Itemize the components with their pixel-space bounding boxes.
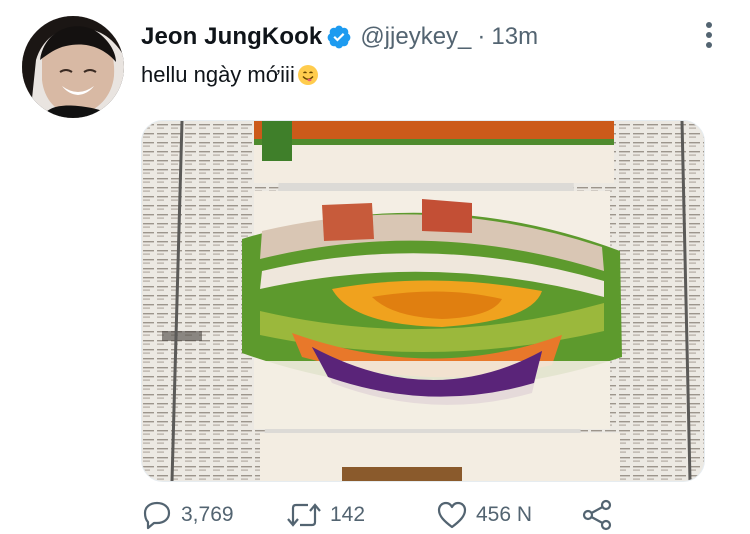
- avatar[interactable]: [22, 16, 124, 118]
- retweet-count: 142: [330, 503, 366, 526]
- share-button[interactable]: [581, 498, 613, 532]
- tweet-actions: 3,769 142 456 N: [0, 498, 750, 532]
- tweet-header: Jeon JungKook @jjeykey_ · 13m: [141, 20, 538, 54]
- tweet-text: hellu ngày mớiii: [141, 62, 319, 88]
- verified-badge-icon: [326, 24, 352, 50]
- reply-icon: [143, 501, 171, 530]
- share-icon: [582, 499, 612, 531]
- more-options-icon[interactable]: [699, 20, 719, 50]
- heart-icon: [437, 501, 467, 529]
- tweet-timestamp[interactable]: 13m: [491, 23, 538, 51]
- separator-dot: ·: [477, 23, 486, 50]
- tweet-body: hellu ngày mớiii: [141, 62, 295, 87]
- reply-count: 3,769: [181, 503, 234, 526]
- author-name[interactable]: Jeon JungKook: [141, 23, 322, 51]
- like-button[interactable]: 456 N: [436, 498, 532, 532]
- retweet-icon: [287, 503, 321, 527]
- author-handle[interactable]: @jjeykey_: [360, 23, 471, 51]
- sandwich-photo: [142, 121, 704, 481]
- reply-button[interactable]: 3,769: [141, 498, 234, 532]
- like-count: 456 N: [476, 503, 533, 526]
- avatar-image: [22, 16, 124, 118]
- smiling-face-icon: [297, 64, 319, 86]
- tweet-media-image[interactable]: [141, 120, 705, 482]
- retweet-button[interactable]: 142: [286, 498, 365, 532]
